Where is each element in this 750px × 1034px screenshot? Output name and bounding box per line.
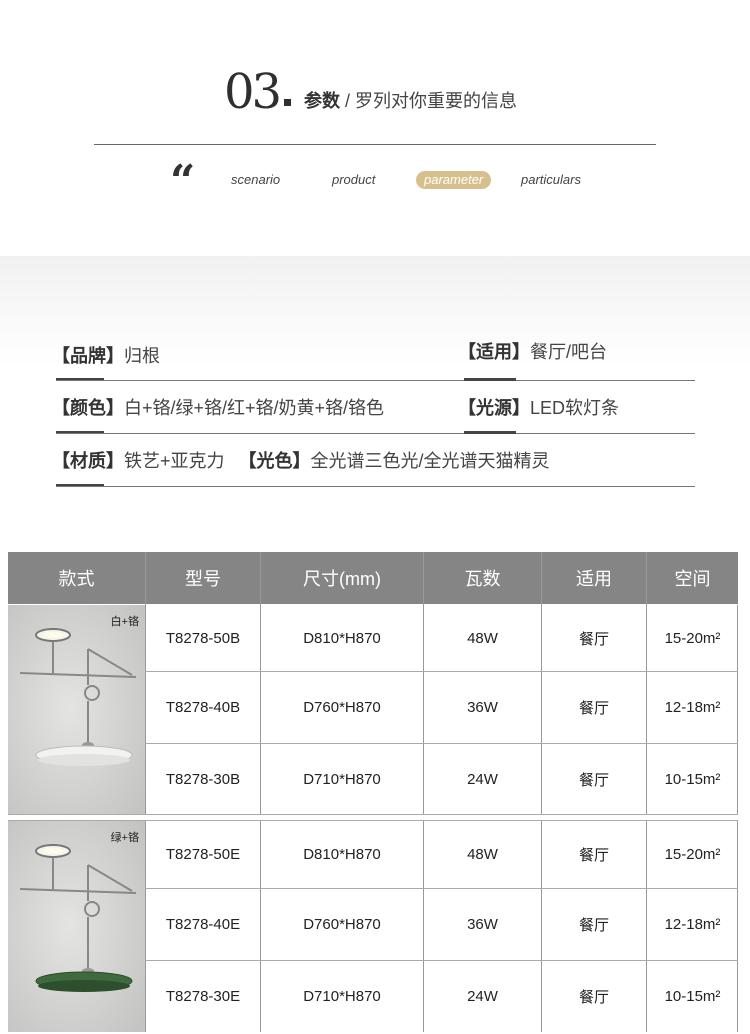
spec-underline	[56, 433, 695, 434]
cell-watt: 24W	[467, 770, 498, 788]
spec-use-key: 【适用】	[458, 342, 530, 362]
table-header-model: 型号	[146, 552, 260, 604]
spec-color-key: 【颜色】	[52, 398, 124, 418]
cell-size: D710*H870	[303, 988, 381, 1005]
spec-brand: 【品牌】归根	[52, 343, 160, 369]
grid-line	[541, 552, 542, 814]
quote-icon: “	[170, 156, 196, 207]
spec-lightcolor-key: 【光色】	[238, 451, 311, 471]
heading-rest: / 罗列对你重要的信息	[340, 91, 518, 111]
grid-line	[145, 960, 738, 961]
spec-use-value: 餐厅/吧台	[530, 342, 608, 362]
header-divider	[94, 144, 656, 145]
pendant-lamp-illustration	[8, 605, 145, 814]
spec-underline-accent	[464, 378, 516, 381]
cell-size: D810*H870	[303, 846, 381, 863]
spec-material-and-light-color: 【材质】铁艺+亚克力 【光色】全光谱三色光/全光谱天猫精灵	[52, 448, 550, 474]
cell-use: 餐厅	[578, 630, 609, 648]
grid-line	[145, 671, 738, 672]
cell-use: 餐厅	[578, 847, 609, 864]
spec-underline	[56, 380, 695, 381]
spec-light-source: 【光源】LED软灯条	[458, 395, 619, 421]
spec-underline	[56, 486, 695, 487]
grid-line	[8, 820, 738, 821]
tab-parameter[interactable]: parameter	[416, 171, 492, 189]
spec-material-key: 【材质】	[52, 451, 124, 471]
product-table: 款式 型号 尺寸(mm) 瓦数 适用 空间 白+铬 绿+铬 T8278-50B …	[8, 552, 738, 1032]
cell-use: 餐厅	[578, 989, 609, 1006]
tab-product[interactable]: product	[332, 171, 375, 189]
cell-model: T8278-30B	[165, 770, 241, 788]
cell-space: 15-20m²	[664, 629, 721, 647]
cell-use: 餐厅	[578, 917, 609, 934]
spec-underline-accent	[464, 431, 516, 434]
header-section: 03 参数 / 罗列对你重要的信息 “ scenario product par…	[0, 0, 750, 256]
cell-model: T8278-50E	[165, 846, 241, 863]
grid-line	[260, 552, 261, 814]
spec-color: 【颜色】白+铬/绿+铬/红+铬/奶黄+铬/铬色	[52, 395, 384, 421]
grid-line	[145, 552, 146, 814]
section-number: 03	[224, 64, 282, 120]
cell-size: D710*H870	[303, 770, 381, 788]
cell-model: T8278-50B	[165, 629, 241, 647]
cell-space: 12-18m²	[664, 699, 721, 716]
spec-brand-value: 归根	[124, 346, 160, 366]
spec-light-value: LED软灯条	[530, 398, 620, 418]
cell-size: D760*H870	[303, 699, 381, 716]
cell-space: 12-18m²	[664, 916, 721, 933]
cell-space: 10-15m²	[664, 988, 721, 1005]
grid-line	[8, 814, 738, 815]
cell-space: 15-20m²	[664, 846, 721, 863]
heading-bold: 参数	[304, 91, 340, 111]
section-number-dot	[284, 99, 291, 106]
grid-line	[423, 821, 424, 1032]
table-header-size: 尺寸(mm)	[261, 552, 423, 604]
product-image-green: 绿+铬	[8, 821, 145, 1032]
table-header-watt: 瓦数	[424, 552, 541, 604]
cell-use: 餐厅	[578, 700, 609, 717]
cell-watt: 48W	[467, 629, 498, 647]
grid-line	[145, 821, 146, 1032]
grid-line	[145, 888, 738, 889]
cell-watt: 36W	[467, 916, 498, 933]
grid-line	[737, 605, 738, 814]
cell-size: D760*H870	[303, 916, 381, 933]
product-image-white: 白+铬	[8, 605, 145, 814]
cell-use: 餐厅	[578, 771, 609, 789]
cell-watt: 48W	[467, 846, 498, 863]
cell-model: T8278-30E	[165, 988, 241, 1005]
table-header-space: 空间	[647, 552, 738, 604]
table-header-use: 适用	[542, 552, 646, 604]
grid-line	[541, 821, 542, 1032]
grid-line	[646, 552, 647, 814]
cell-watt: 36W	[467, 699, 498, 716]
cell-model: T8278-40B	[165, 699, 241, 716]
spec-material-value: 铁艺+亚克力	[124, 451, 225, 471]
grid-line	[145, 743, 738, 744]
grid-line	[646, 821, 647, 1032]
section-heading: 参数 / 罗列对你重要的信息	[304, 88, 517, 114]
table-header-style: 款式	[8, 552, 145, 604]
grid-line	[423, 552, 424, 814]
tab-scenario[interactable]: scenario	[231, 171, 280, 189]
spec-use: 【适用】餐厅/吧台	[458, 339, 607, 365]
cell-model: T8278-40E	[165, 916, 241, 933]
spec-color-value: 白+铬/绿+铬/红+铬/奶黄+铬/铬色	[124, 398, 385, 418]
color-label: 绿+铬	[110, 832, 139, 844]
cell-size: D810*H870	[303, 629, 381, 647]
grid-line	[260, 821, 261, 1032]
spec-light-key: 【光源】	[458, 398, 530, 418]
spec-lightcolor-value: 全光谱三色光/全光谱天猫精灵	[310, 451, 550, 471]
spec-brand-key: 【品牌】	[52, 346, 124, 366]
grid-line	[737, 821, 738, 1032]
pendant-lamp-illustration	[8, 821, 145, 1032]
tab-particulars[interactable]: particulars	[521, 171, 581, 189]
color-label: 白+铬	[110, 616, 139, 628]
cell-watt: 24W	[467, 988, 498, 1005]
cell-space: 10-15m²	[664, 770, 721, 788]
